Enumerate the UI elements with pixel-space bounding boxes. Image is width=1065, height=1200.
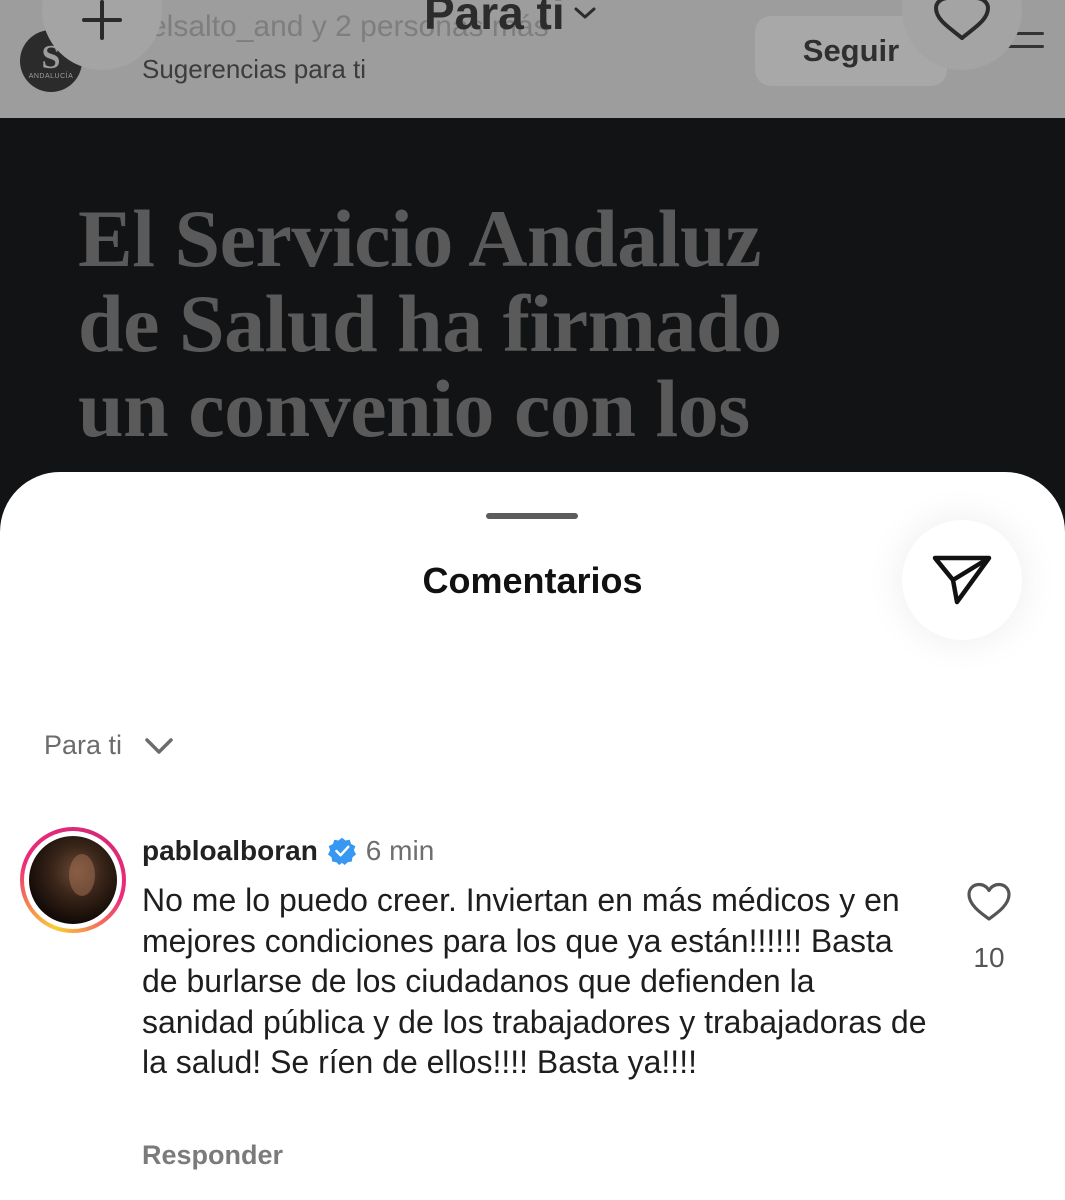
send-icon [932,555,992,605]
comment-text: No me lo puedo creer. Inviertan en más m… [142,882,927,1080]
avatar-caption: ANDALUCÍA [28,72,74,80]
commenter-avatar[interactable] [20,827,126,933]
avatar-photo [29,836,117,924]
share-button[interactable] [902,520,1022,640]
comment-time: 6 min [365,835,435,866]
like-count: 10 [973,942,1005,973]
sort-label: Para ti [44,730,123,760]
chevron-down-icon [574,7,596,19]
comments-sheet: Comentarios Para ti pabloalboran 6 min N… [0,472,1065,1200]
comment-header: pabloalboran 6 min [142,835,434,867]
reply-button[interactable]: Responder [142,1140,283,1171]
post-subtitle: Sugerencias para ti [142,54,367,84]
feed-title: Para ti [424,0,565,39]
verified-badge-icon [327,837,356,865]
like-comment-button[interactable] [962,882,1016,927]
heart-icon [933,0,991,40]
comment-sort-selector[interactable]: Para ti [44,730,174,761]
commenter-username[interactable]: pabloalboran [142,835,318,867]
feed-selector[interactable]: Para ti [424,0,597,40]
sheet-grabber[interactable] [486,513,578,519]
plus-icon [82,0,122,40]
chevron-down-icon [145,737,173,754]
heart-icon [967,882,1011,921]
post-headline: El Servicio Andaluz de Salud ha firmado … [78,193,782,454]
